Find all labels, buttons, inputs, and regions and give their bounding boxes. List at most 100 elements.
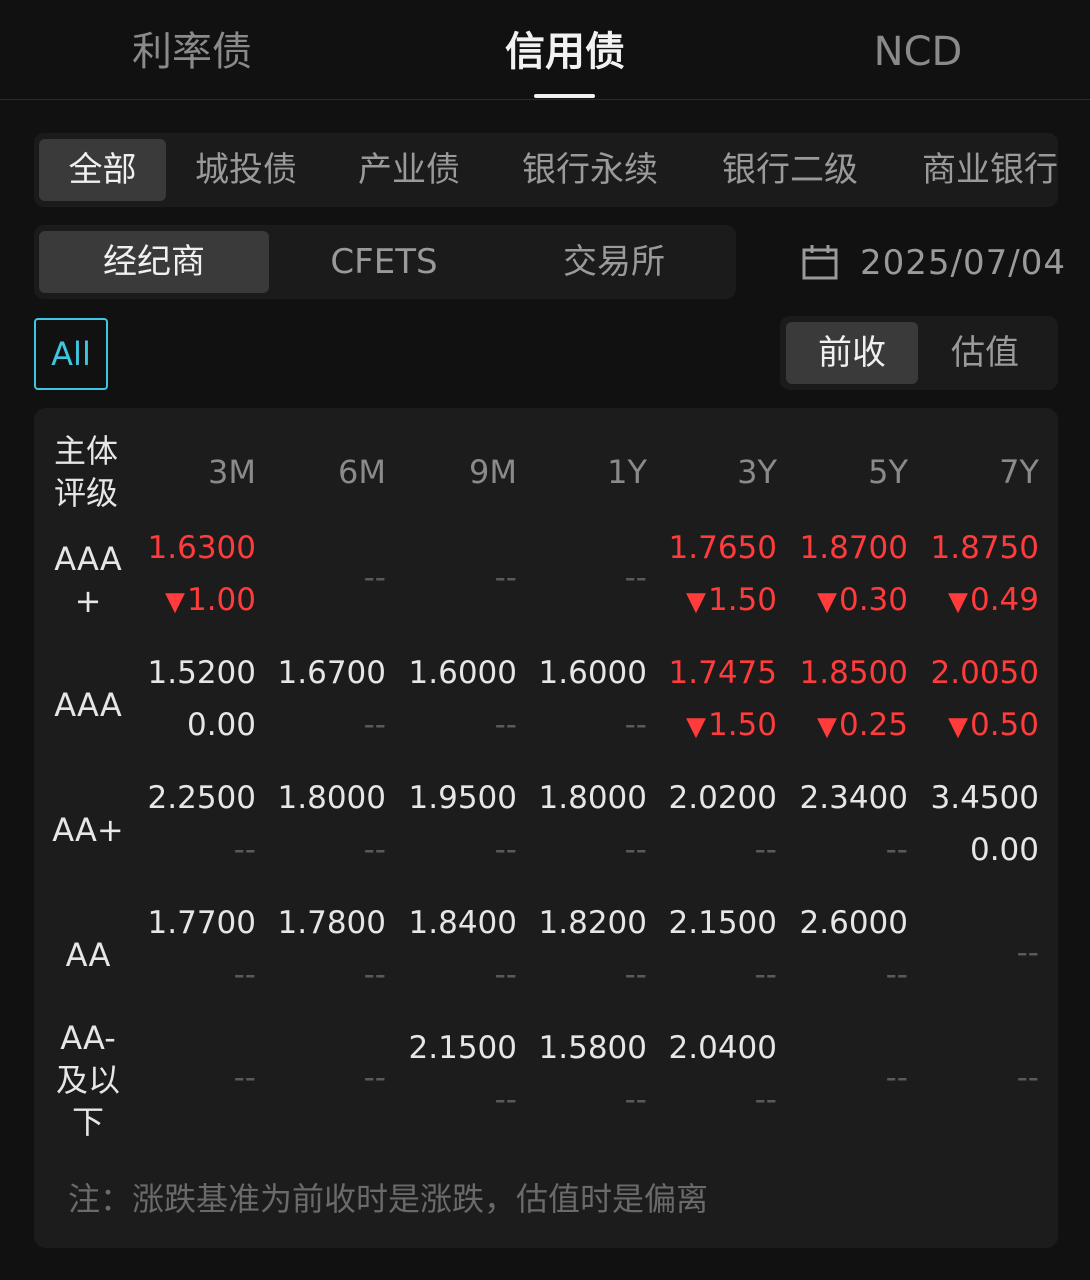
cell-yield[interactable]: 3.4500 bbox=[911, 778, 1039, 818]
cell-yield[interactable]: 1.8000 bbox=[519, 778, 647, 818]
cell-change: 0.00 bbox=[128, 705, 256, 745]
down-triangle-icon: ▼ bbox=[947, 587, 968, 617]
row-label-line: AA+ bbox=[52, 811, 124, 849]
column-header-3m: 3M bbox=[208, 453, 256, 491]
change-value: -- bbox=[624, 957, 647, 993]
cell-yield[interactable]: 1.5800 bbox=[519, 1028, 647, 1068]
change-value: -- bbox=[885, 957, 908, 993]
cell-yield[interactable]: 1.6300 bbox=[128, 528, 256, 568]
cell-yield[interactable]: 2.2500 bbox=[128, 778, 256, 818]
column-header-9m: 9M bbox=[469, 453, 517, 491]
category-bank-perpetual[interactable]: 银行永续 bbox=[522, 139, 658, 201]
cell-empty[interactable]: -- bbox=[911, 933, 1039, 973]
cell-yield[interactable]: 1.6700 bbox=[258, 653, 386, 693]
change-value: -- bbox=[494, 707, 517, 743]
cell-yield[interactable]: 1.7700 bbox=[128, 903, 256, 943]
change-value: 0.00 bbox=[186, 707, 256, 743]
change-value: 1.00 bbox=[186, 582, 256, 618]
change-value: -- bbox=[624, 707, 647, 743]
cell-change: ▼0.25 bbox=[780, 705, 908, 747]
cell-yield[interactable]: 1.8700 bbox=[780, 528, 908, 568]
down-triangle-icon: ▼ bbox=[164, 587, 185, 617]
cell-yield[interactable]: 1.7800 bbox=[258, 903, 386, 943]
cell-change: -- bbox=[649, 955, 777, 995]
tab-ncd[interactable]: NCD bbox=[778, 24, 1058, 80]
row-label-line: + bbox=[74, 582, 102, 620]
column-header-5y: 5Y bbox=[868, 453, 908, 491]
cell-yield[interactable]: 1.8750 bbox=[911, 528, 1039, 568]
cell-change: -- bbox=[389, 1080, 517, 1120]
cell-change: -- bbox=[258, 830, 386, 870]
cell-empty[interactable]: -- bbox=[911, 1058, 1039, 1098]
tab-rate-bond[interactable]: 利率债 bbox=[52, 24, 332, 80]
cell-change: 0.00 bbox=[911, 830, 1039, 870]
cell-empty[interactable]: -- bbox=[258, 558, 386, 598]
cell-yield[interactable]: 1.7475 bbox=[649, 653, 777, 693]
category-commercial-bank[interactable]: 商业银行 bbox=[922, 139, 1058, 201]
cell-empty[interactable]: -- bbox=[389, 558, 517, 598]
category-bank-tier2[interactable]: 银行二级 bbox=[722, 139, 858, 201]
cell-yield[interactable]: 1.8000 bbox=[258, 778, 386, 818]
all-filter-button[interactable]: All bbox=[34, 318, 108, 390]
column-header-6m: 6M bbox=[338, 453, 386, 491]
column-header-1y: 1Y bbox=[607, 453, 647, 491]
date-value: 2025/07/04 bbox=[860, 243, 1066, 283]
rating-header-line2: 评级 bbox=[54, 474, 119, 512]
toggle-prev-close[interactable]: 前收 bbox=[786, 322, 918, 384]
source-broker[interactable]: 经纪商 bbox=[39, 231, 269, 293]
cell-yield[interactable]: 1.8500 bbox=[780, 653, 908, 693]
cell-yield[interactable]: 2.1500 bbox=[389, 1028, 517, 1068]
category-chengtou[interactable]: 城投债 bbox=[195, 139, 297, 201]
date-picker[interactable]: 2025/07/04 bbox=[800, 240, 1065, 286]
cell-change: -- bbox=[649, 1080, 777, 1120]
row-label: AAA bbox=[48, 684, 128, 726]
change-value: -- bbox=[885, 832, 908, 868]
category-industrial[interactable]: 产业债 bbox=[358, 139, 460, 201]
cell-empty[interactable]: -- bbox=[258, 1058, 386, 1098]
cell-yield[interactable]: 2.1500 bbox=[649, 903, 777, 943]
rating-header: 主体 评级 bbox=[54, 430, 134, 514]
cell-yield[interactable]: 1.8400 bbox=[389, 903, 517, 943]
cell-yield[interactable]: 2.6000 bbox=[780, 903, 908, 943]
cell-yield[interactable]: 2.3400 bbox=[780, 778, 908, 818]
cell-empty[interactable]: -- bbox=[519, 558, 647, 598]
cell-yield[interactable]: 1.7650 bbox=[649, 528, 777, 568]
cell-change: ▼1.50 bbox=[649, 580, 777, 622]
cell-change: -- bbox=[389, 705, 517, 745]
cell-change: ▼0.49 bbox=[911, 580, 1039, 622]
cell-yield[interactable]: 2.0400 bbox=[649, 1028, 777, 1068]
change-value: 0.49 bbox=[969, 582, 1039, 618]
cell-yield[interactable]: 1.9500 bbox=[389, 778, 517, 818]
cell-yield[interactable]: 1.8200 bbox=[519, 903, 647, 943]
category-all[interactable]: 全部 bbox=[39, 139, 166, 201]
cell-change: -- bbox=[519, 955, 647, 995]
change-value: -- bbox=[494, 1082, 517, 1118]
down-triangle-icon: ▼ bbox=[947, 712, 968, 742]
cell-change: -- bbox=[780, 830, 908, 870]
cell-yield[interactable]: 2.0050 bbox=[911, 653, 1039, 693]
cell-change: -- bbox=[519, 705, 647, 745]
cell-yield[interactable]: 1.6000 bbox=[389, 653, 517, 693]
rating-header-line1: 主体 bbox=[54, 432, 119, 470]
toggle-valuation[interactable]: 估值 bbox=[919, 322, 1051, 384]
cell-yield[interactable]: 2.0200 bbox=[649, 778, 777, 818]
cell-empty[interactable]: -- bbox=[780, 1058, 908, 1098]
cell-yield[interactable]: 1.6000 bbox=[519, 653, 647, 693]
source-cfets[interactable]: CFETS bbox=[269, 231, 499, 293]
source-exchange[interactable]: 交易所 bbox=[499, 231, 729, 293]
change-value: 0.00 bbox=[969, 832, 1039, 868]
change-value: 1.50 bbox=[707, 582, 777, 618]
tab-credit-bond[interactable]: 信用债 bbox=[425, 24, 705, 80]
change-value: 1.50 bbox=[707, 707, 777, 743]
cell-yield[interactable]: 1.5200 bbox=[128, 653, 256, 693]
change-value: -- bbox=[624, 832, 647, 868]
down-triangle-icon: ▼ bbox=[816, 587, 837, 617]
change-value: 0.25 bbox=[838, 707, 908, 743]
down-triangle-icon: ▼ bbox=[685, 587, 706, 617]
yield-table: 主体 评级 注：涨跌基准为前收时是涨跌，估值时是偏离 3M 6M 9M 1Y 3Y 5Y 7… bbox=[34, 408, 1058, 1248]
top-tab-bar: 利率债 信用债 NCD bbox=[0, 0, 1090, 100]
source-bar: 经纪商 CFETS 交易所 bbox=[34, 225, 736, 299]
cell-empty[interactable]: -- bbox=[128, 1058, 256, 1098]
change-value: -- bbox=[754, 832, 777, 868]
cell-change: -- bbox=[389, 830, 517, 870]
